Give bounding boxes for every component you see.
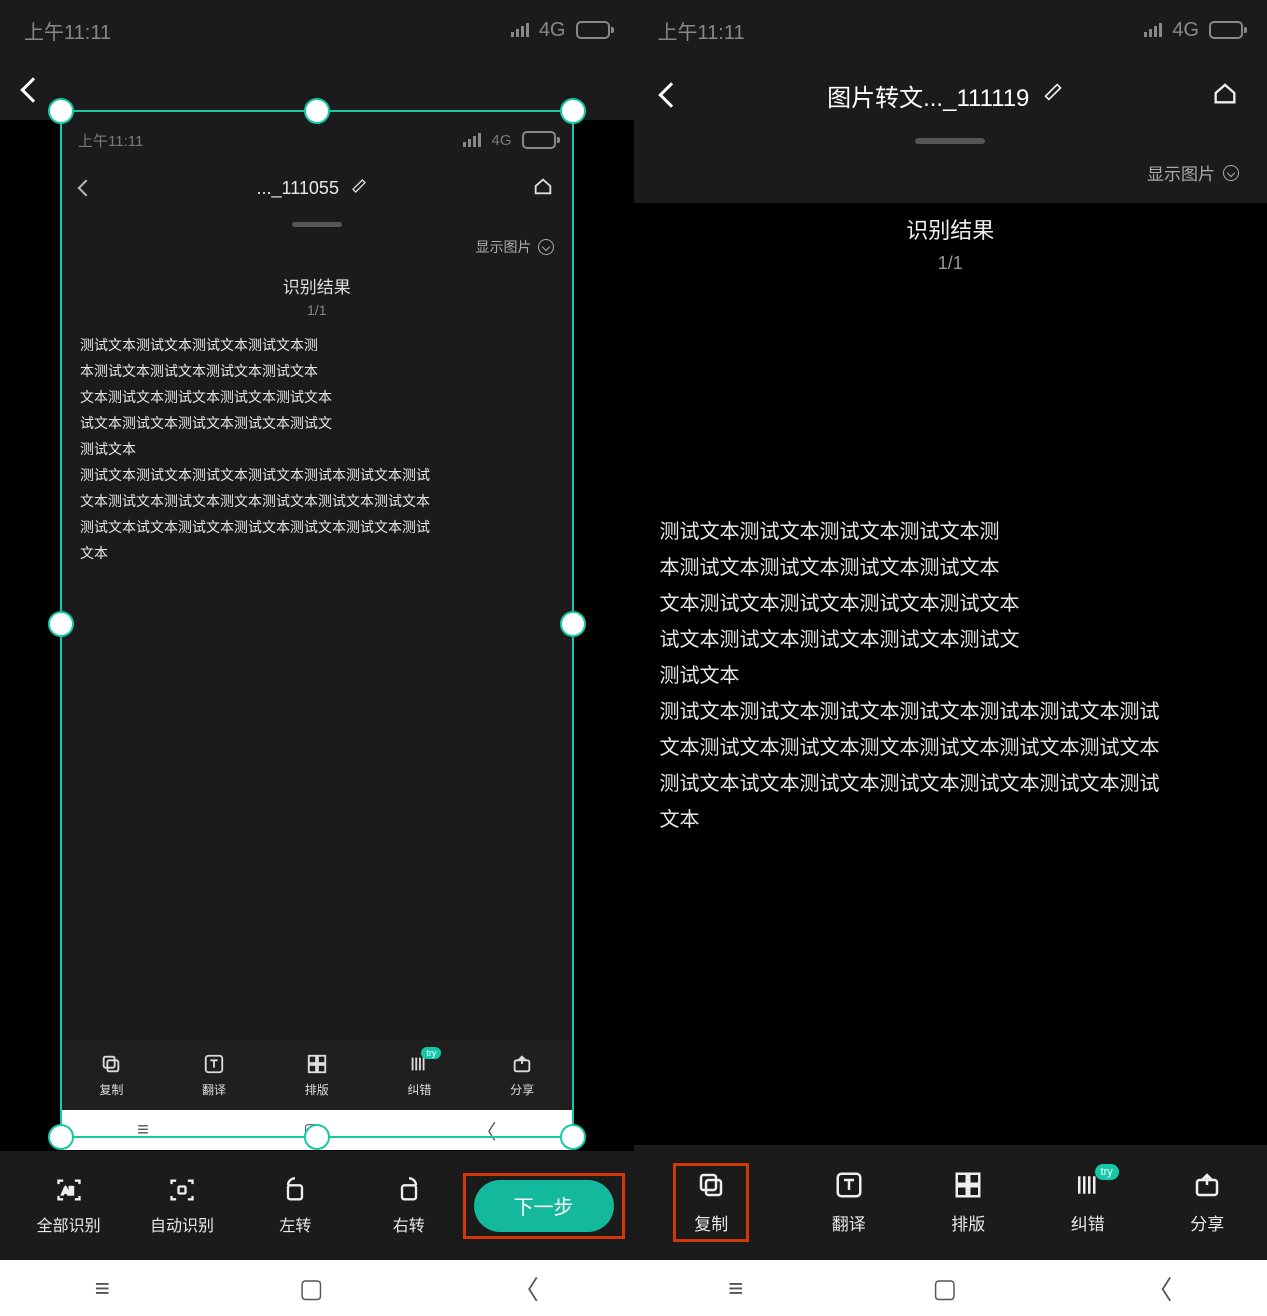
crop-handle-mr[interactable] (560, 611, 586, 637)
home-icon[interactable] (1211, 79, 1239, 112)
rotate-left-button[interactable]: 左转 (239, 1176, 352, 1236)
result-heading: 识别结果 (634, 203, 1267, 245)
text-line: 本测试文本测试文本测试文本测试文本 (660, 550, 1242, 586)
network-label: 4G (1172, 19, 1199, 42)
back-nav-icon[interactable]: 〈 (513, 1270, 539, 1307)
edit-icon[interactable] (1043, 81, 1063, 109)
network-label: 4G (539, 19, 566, 42)
battery-icon (576, 21, 610, 39)
result-text: 测试文本测试文本测试文本测试文本测 本测试文本测试文本测试文本测试文本 文本测试… (634, 274, 1267, 838)
back-icon[interactable] (20, 77, 45, 102)
menu-icon[interactable]: ≡ (728, 1273, 743, 1304)
translate-icon (833, 1170, 865, 1200)
crop-stage: 上午11:11 4G ..._111055 (0, 120, 634, 1150)
crop-handle-tc[interactable] (304, 98, 330, 124)
text-line: 测试文本测试文本测试文本测试文本测试本测试文本测试 (660, 694, 1242, 730)
right-sys-nav: ≡ ▢ 〈 (634, 1260, 1267, 1316)
auto-recognize-icon (167, 1176, 197, 1204)
copy-icon (695, 1170, 727, 1200)
chevron-down-icon (1223, 165, 1239, 181)
share-button[interactable]: 分享 (1190, 1170, 1224, 1235)
menu-icon[interactable]: ≡ (95, 1273, 110, 1304)
text-line: 试文本测试文本测试文本测试文本测试文 (660, 622, 1242, 658)
try-badge: try (1095, 1164, 1119, 1180)
status-time: 上午11:11 (658, 16, 745, 45)
layout-icon (952, 1170, 984, 1200)
status-time: 上午11:11 (24, 16, 111, 45)
crop-handle-br[interactable] (560, 1124, 586, 1150)
right-title-wrap: 图片转文..._111119 (827, 78, 1063, 113)
text-line: 文本测试文本测试文本测试文本测试文本 (660, 586, 1242, 622)
left-sys-nav: ≡ ▢ 〈 (0, 1260, 634, 1316)
signal-icon (511, 23, 529, 37)
result-page: 1/1 (634, 253, 1267, 274)
crop-handle-tr[interactable] (560, 98, 586, 124)
text-line: 测试文本 (660, 658, 1242, 694)
auto-recognize-button[interactable]: 自动识别 (125, 1176, 238, 1236)
back-icon[interactable] (658, 82, 683, 107)
right-panel: 上午11:11 4G 图片转文..._111119 显示图片 识别结果 1/1 … (634, 0, 1267, 1316)
recognize-all-icon: All (54, 1176, 84, 1204)
rotate-right-icon (394, 1176, 424, 1204)
drag-handle-icon[interactable] (915, 138, 985, 144)
status-bar: 上午11:11 4G (0, 0, 634, 60)
battery-icon (1209, 21, 1243, 39)
right-body: 识别结果 1/1 测试文本测试文本测试文本测试文本测 本测试文本测试文本测试文本… (634, 203, 1267, 1144)
crop-handle-ml[interactable] (48, 611, 74, 637)
back-nav-icon[interactable]: 〈 (1146, 1270, 1172, 1307)
next-button-highlight: 下一步 (466, 1176, 622, 1236)
left-bottom-toolbar: All 全部识别 自动识别 左转 右转 下一步 (0, 1150, 634, 1260)
left-panel: 上午11:11 4G 上午11:11 4G ..._111055 (0, 0, 634, 1316)
recognize-all-button[interactable]: All 全部识别 (12, 1176, 125, 1236)
right-header: 图片转文..._111119 (634, 60, 1267, 130)
signal-icon (1144, 23, 1162, 37)
rotate-right-button[interactable]: 右转 (352, 1176, 465, 1236)
svg-text:All: All (62, 1185, 74, 1197)
crop-handle-bl[interactable] (48, 1124, 74, 1150)
translate-button[interactable]: 翻译 (832, 1170, 866, 1235)
text-line: 文本 (660, 802, 1242, 838)
home-nav-icon[interactable]: ▢ (299, 1273, 324, 1304)
crop-handle-tl[interactable] (48, 98, 74, 124)
crop-box[interactable] (60, 110, 574, 1138)
right-toolbar: 复制 翻译 排版 try 纠错 分享 (634, 1144, 1267, 1260)
status-bar: 上午11:11 4G (634, 0, 1267, 60)
text-line: 测试文本测试文本测试文本测试文本测 (660, 514, 1242, 550)
layout-button[interactable]: 排版 (951, 1170, 985, 1235)
page-title: 图片转文..._111119 (827, 78, 1029, 113)
rotate-left-icon (280, 1176, 310, 1204)
show-image-toggle[interactable]: 显示图片 (634, 152, 1267, 203)
text-line: 测试文本试文本测试文本测试文本测试文本测试文本测试 (660, 766, 1242, 802)
correct-button[interactable]: try 纠错 (1071, 1170, 1105, 1235)
crop-handle-bc[interactable] (304, 1124, 330, 1150)
share-icon (1191, 1170, 1223, 1200)
home-nav-icon[interactable]: ▢ (933, 1273, 958, 1304)
status-right: 4G (511, 19, 610, 42)
copy-button[interactable]: 复制 (676, 1166, 746, 1239)
next-button[interactable]: 下一步 (474, 1180, 614, 1232)
text-line: 文本测试文本测试文本测文本测试文本测试文本测试文本 (660, 730, 1242, 766)
